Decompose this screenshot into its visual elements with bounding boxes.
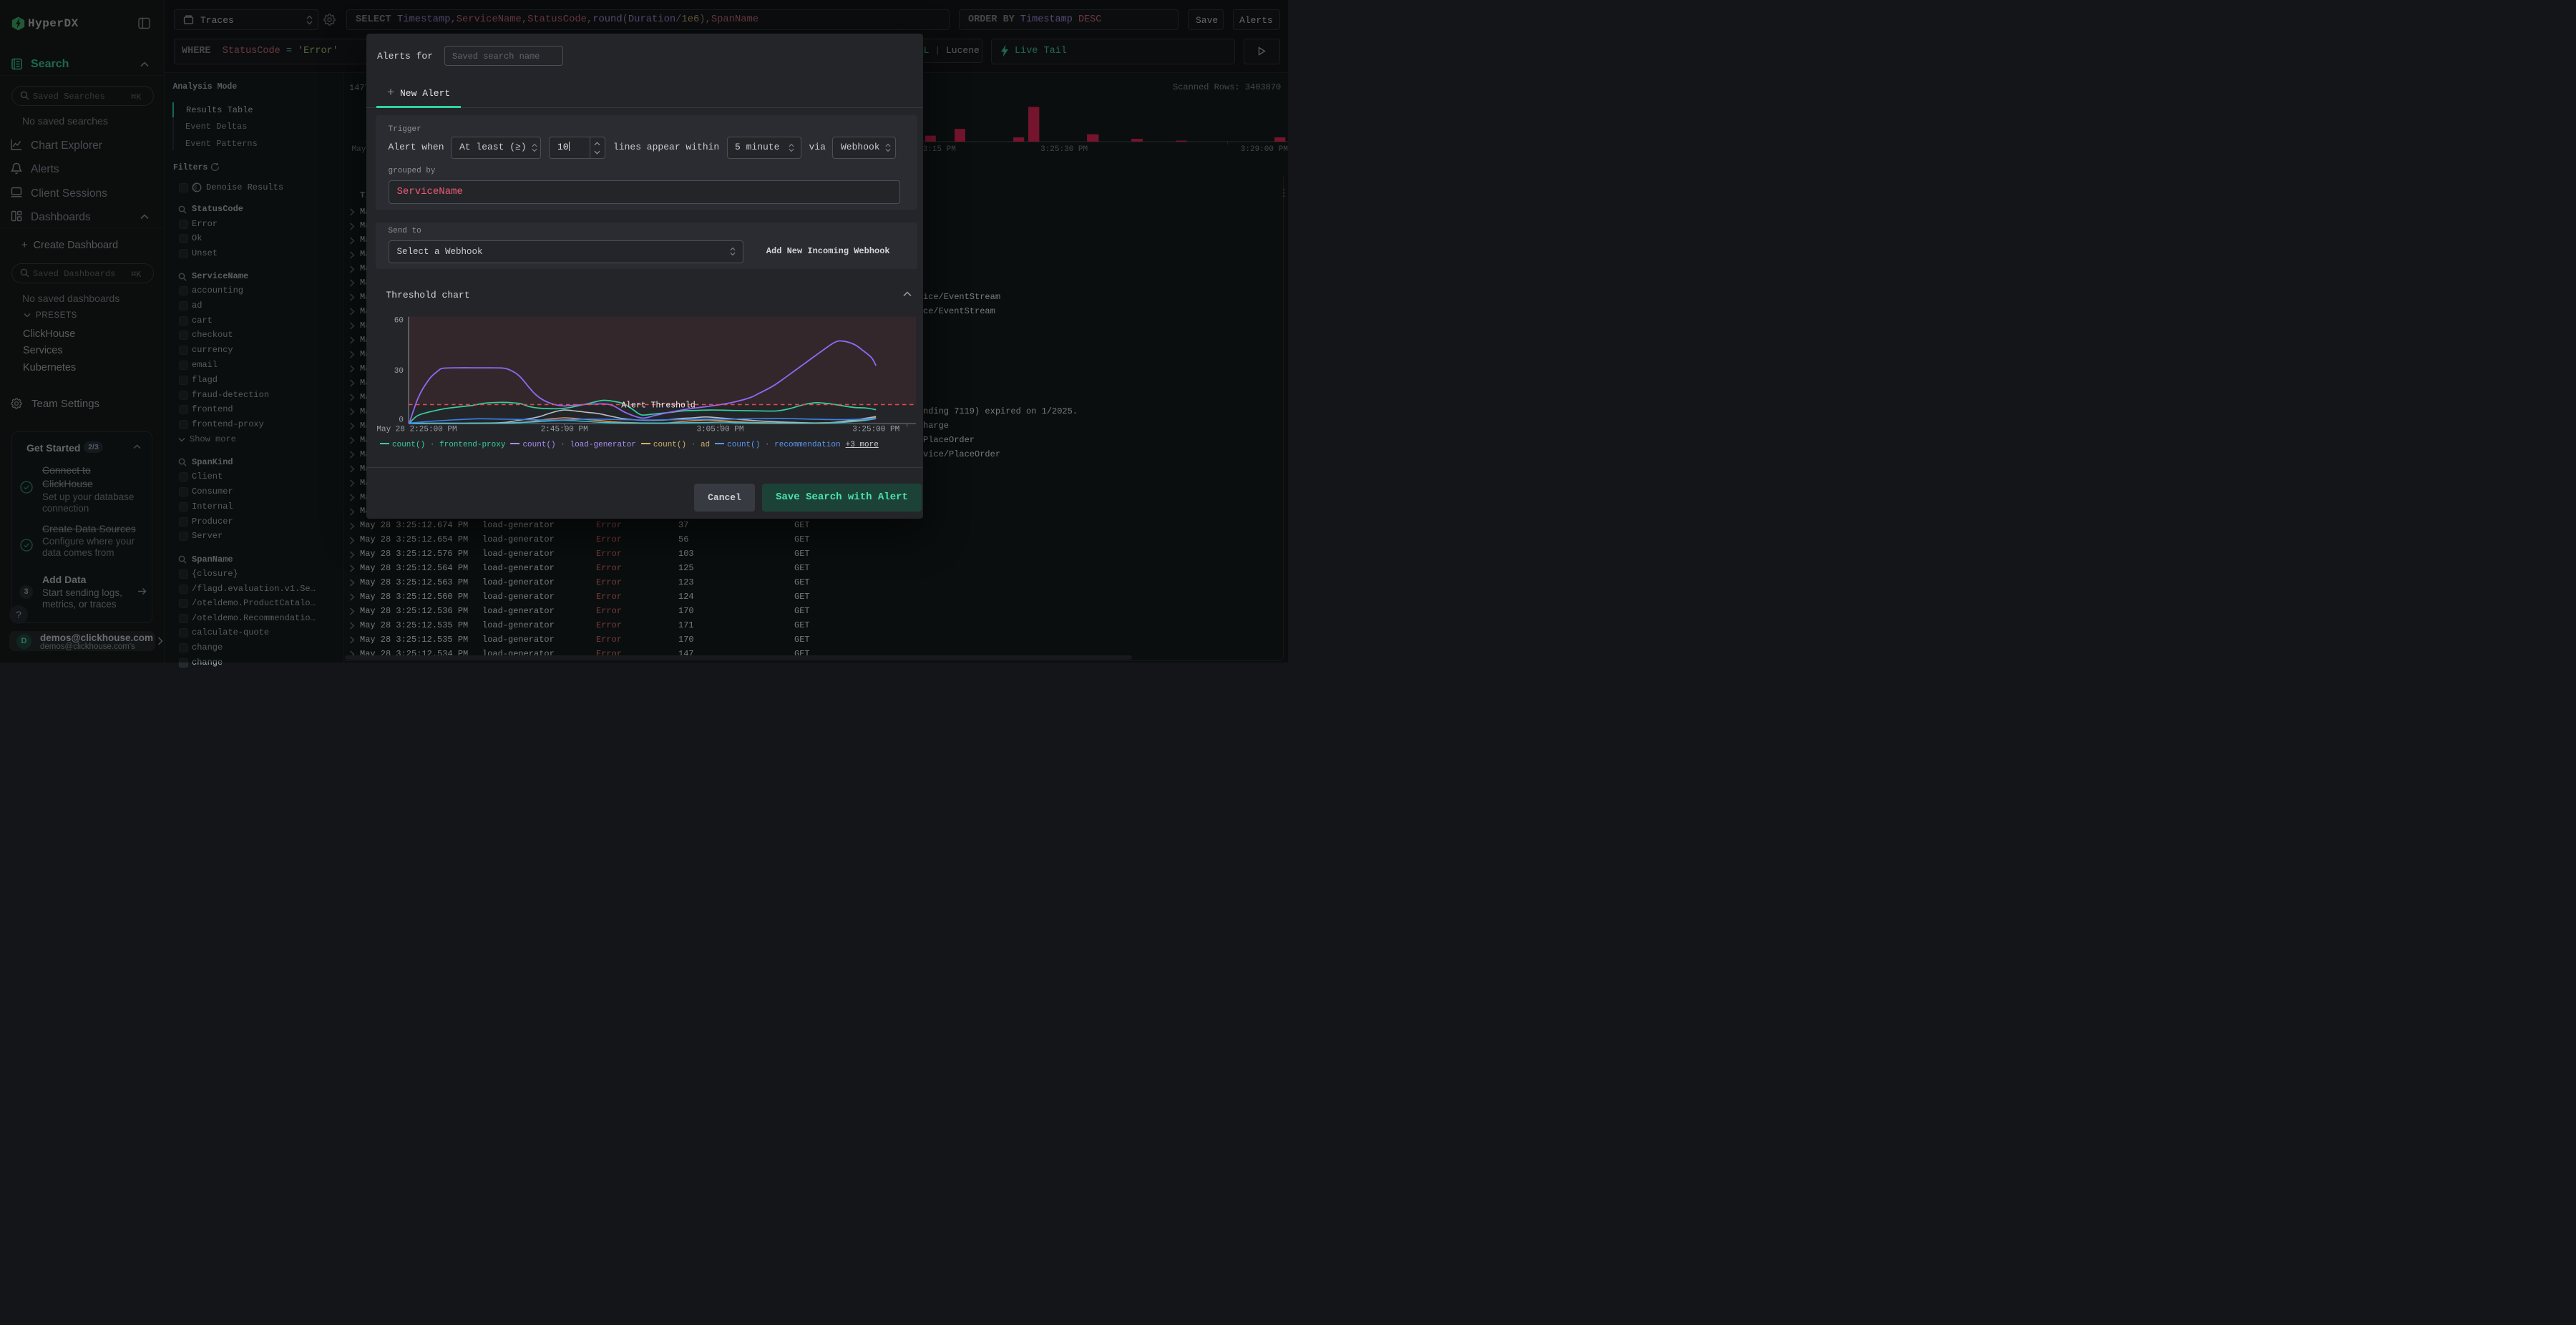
svg-text:3:05:00 PM: 3:05:00 PM	[696, 426, 743, 434]
svg-text:60: 60	[394, 317, 404, 326]
svg-text:Alert Threshold: Alert Threshold	[621, 401, 696, 410]
svg-text:2:45:00 PM: 2:45:00 PM	[541, 426, 588, 434]
svg-text:May 28 2:25:00 PM: May 28 2:25:00 PM	[376, 426, 457, 434]
svg-text:3:25:00 PM: 3:25:00 PM	[852, 426, 899, 434]
svg-text:30: 30	[394, 367, 404, 376]
svg-text:0: 0	[399, 416, 404, 425]
